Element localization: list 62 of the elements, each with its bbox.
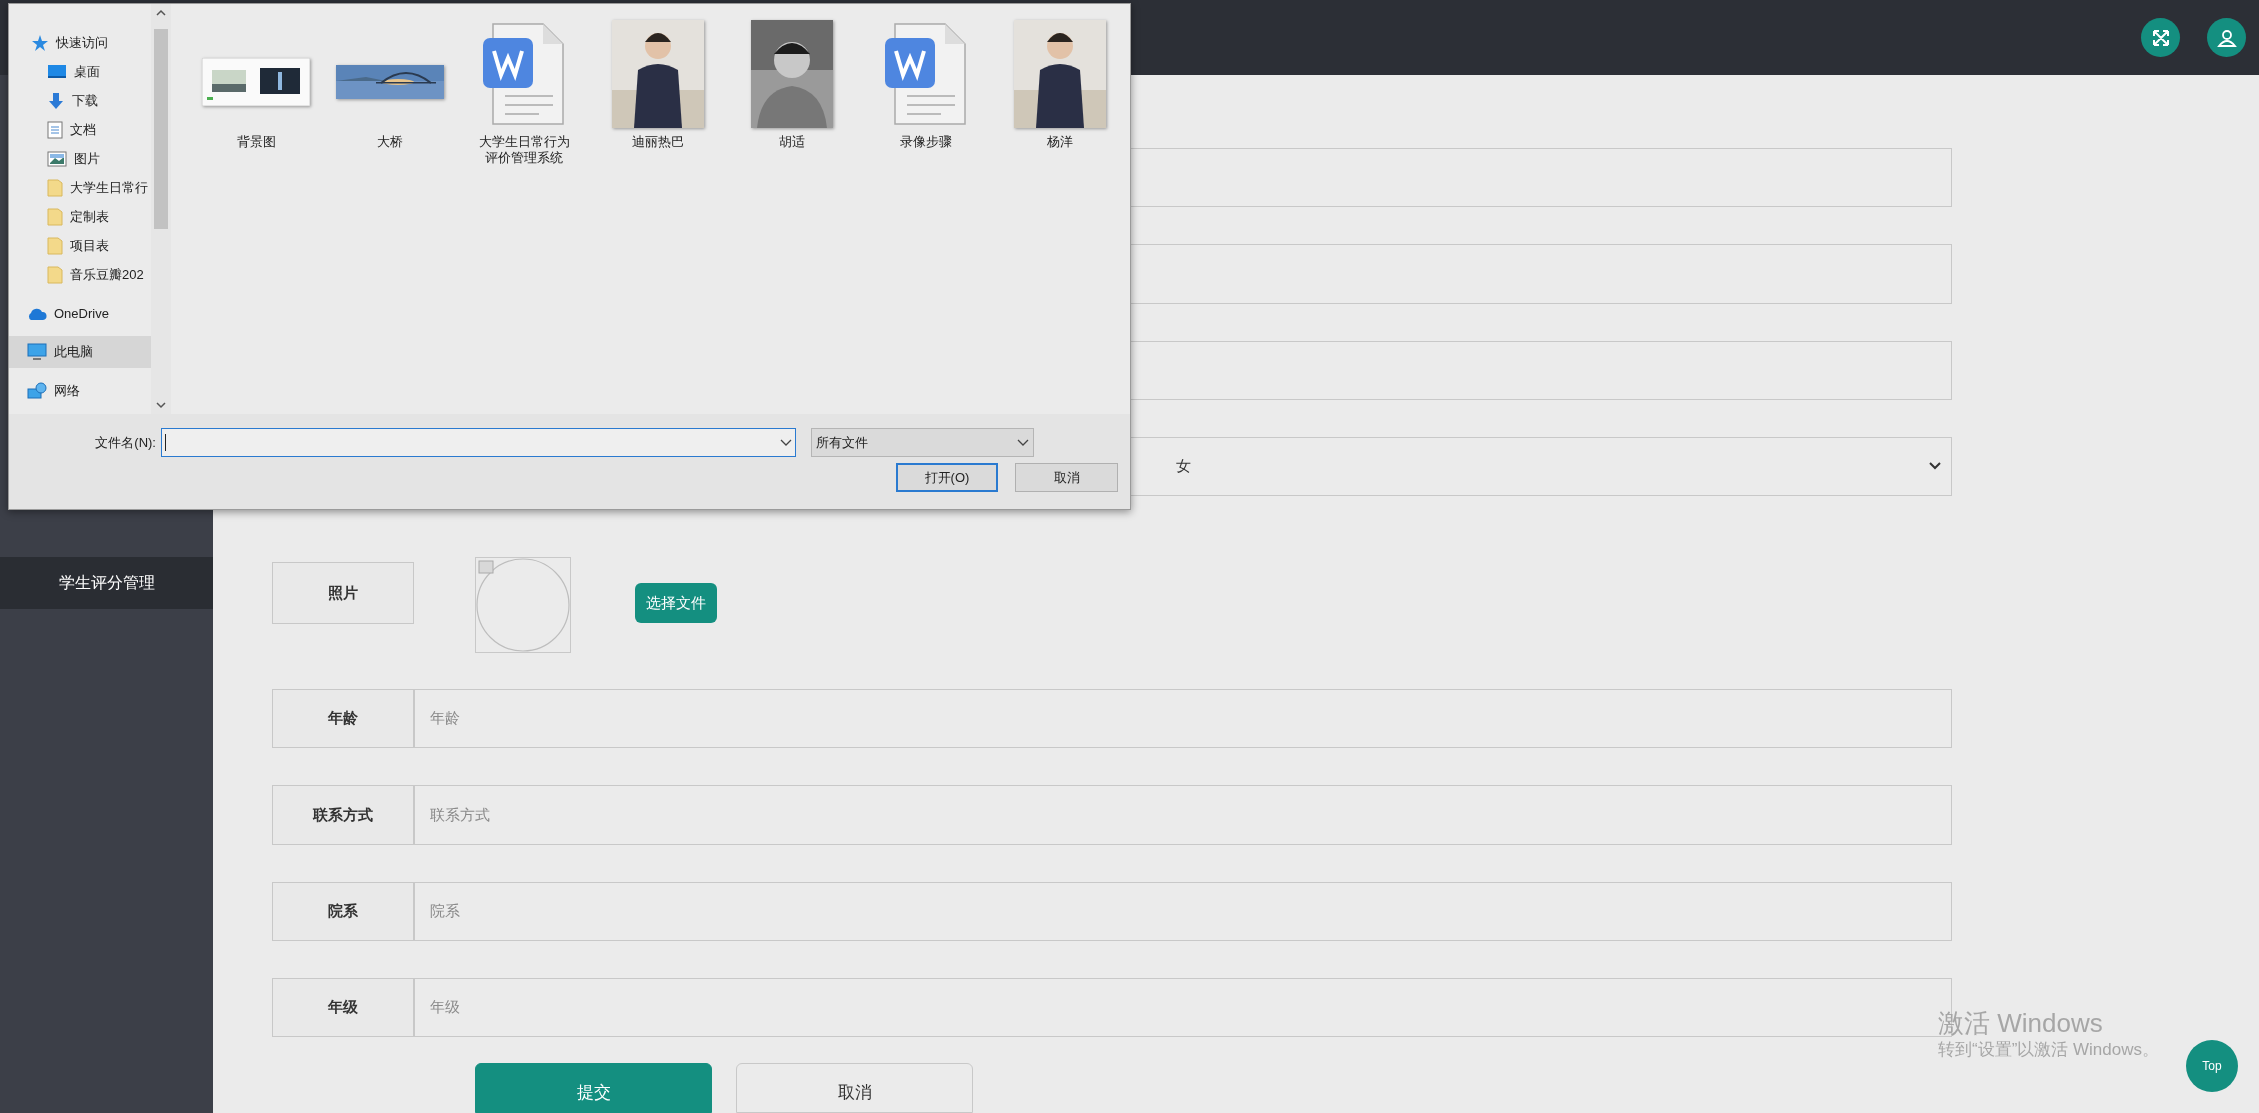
text-field[interactable]: 年龄 [414,689,1952,749]
sidebar-item[interactable]: 学生评分管理 [0,557,213,609]
folder-icon [47,265,63,284]
star-icon [31,33,49,52]
picture-icon [47,150,67,167]
user-button[interactable] [2207,18,2246,57]
user-icon [2216,27,2237,48]
folder-icon [47,178,63,197]
nav-item[interactable]: 网络 [9,376,151,405]
nav-item[interactable]: 定制表 [9,202,151,231]
file-name[interactable]: 迪丽热巴 [609,134,707,150]
nav-item[interactable]: 项目表 [9,231,151,260]
field-label: 照片 [272,562,414,624]
file-name[interactable]: 背景图 [207,134,305,150]
document-icon [47,120,63,139]
fullscreen-button[interactable] [2141,18,2180,57]
nav-item[interactable]: 下载 [9,86,151,115]
file-name[interactable]: 大学生日常行为评价管理系统 [475,134,573,166]
expand-icon [2150,27,2171,48]
network-icon [27,381,47,400]
nav-item[interactable]: 此电脑 [9,336,151,368]
field-label: 年级 [272,977,414,1037]
file-name[interactable]: 录像步骤 [877,134,975,150]
text-field[interactable]: 联系方式 [414,785,1952,845]
document-file-icon [483,22,565,128]
filename-label: 文件名(N): [94,433,157,452]
scroll-down-icon[interactable] [155,400,167,410]
nav-item[interactable]: 桌面 [9,57,151,86]
open-button[interactable]: 打开(O) [896,463,998,492]
chevron-down-icon [780,438,792,447]
cancel-button[interactable]: 取消 [1015,463,1118,492]
file-name[interactable]: 大桥 [341,134,439,150]
chevron-down-icon [1017,438,1029,447]
file-name[interactable]: 胡适 [743,134,841,150]
file-type-dropdown[interactable]: 所有文件 [811,428,1034,457]
submit-button[interactable]: 提交 [475,1063,712,1113]
scroll-up-icon[interactable] [155,8,167,18]
nav-item[interactable]: 快速访问 [9,28,151,57]
cloud-icon [27,306,47,321]
field-label: 院系 [272,881,414,941]
cancel-button[interactable]: 取消 [736,1063,973,1113]
document-file-icon [885,22,967,128]
field-label: 年龄 [272,689,414,749]
nav-item[interactable]: 大学生日常行 [9,173,151,202]
nav-item[interactable]: OneDrive [9,299,151,328]
scrollbar[interactable] [151,4,171,414]
filename-field[interactable] [161,428,796,457]
field-label: 联系方式 [272,785,414,845]
folder-icon [47,236,63,255]
activation-message: 转到“设置”以激活 Windows。 [1938,1039,2159,1061]
desktop-icon [47,63,67,80]
nav-item[interactable]: 文档 [9,115,151,144]
monitor-icon [27,343,47,361]
nav-item[interactable]: 图片 [9,144,151,173]
file-name[interactable]: 杨洋 [1011,134,1109,150]
folder-icon [47,207,63,226]
text-field[interactable]: 院系 [414,881,1952,941]
choose-file-button[interactable]: 选择文件 [635,583,717,623]
nav-item[interactable]: 音乐豆瓣202 [9,260,151,289]
back-to-top-button[interactable]: Top [2186,1040,2238,1092]
chevron-down-icon [1929,462,1941,471]
download-arrow-icon [47,91,65,110]
